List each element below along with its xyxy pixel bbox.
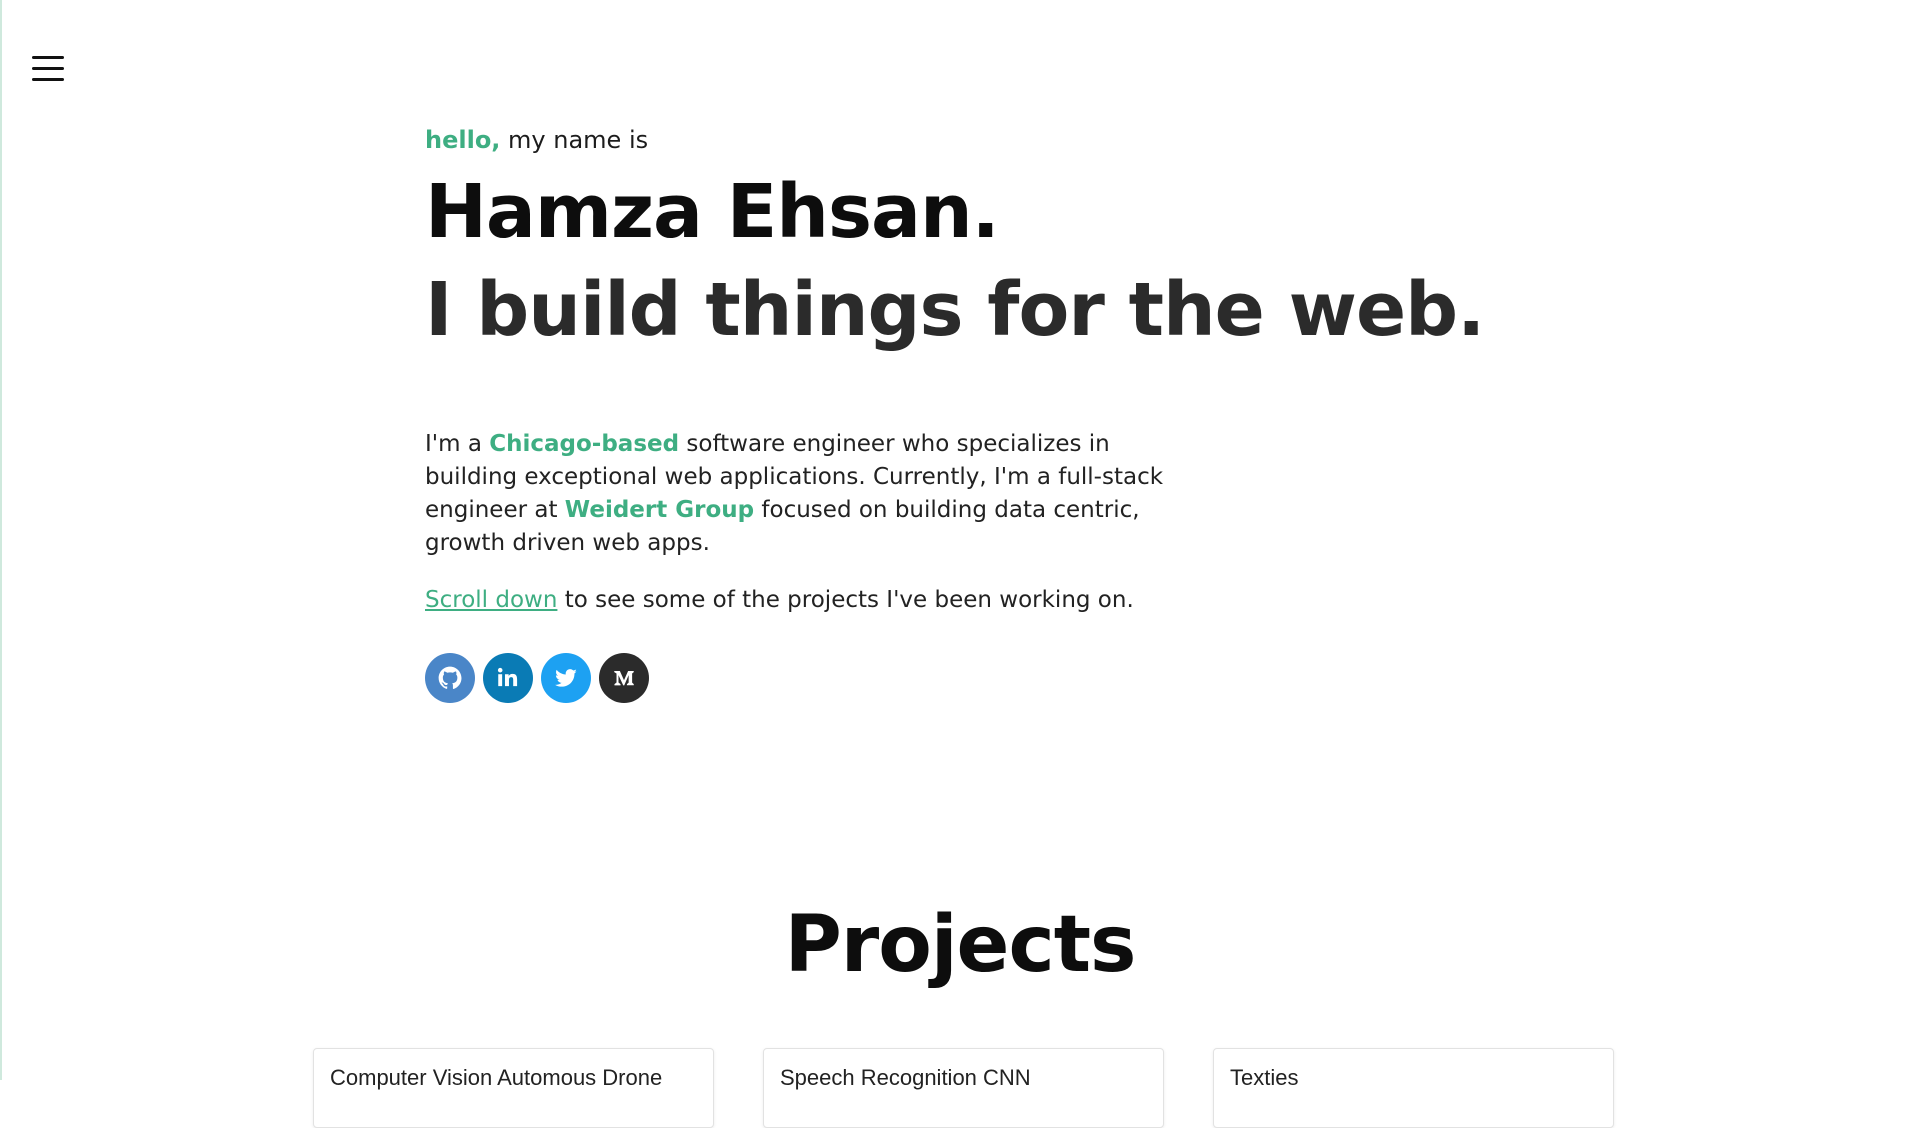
scroll-line: Scroll down to see some of the projects … <box>425 584 1625 617</box>
scroll-line-text: to see some of the projects I've been wo… <box>557 587 1134 613</box>
project-card-title: Texties <box>1230 1065 1299 1090</box>
bio-company: Weidert Group <box>564 497 755 523</box>
medium-link[interactable] <box>599 653 649 703</box>
project-card-title: Speech Recognition CNN <box>780 1065 1031 1090</box>
twitter-link[interactable] <box>541 653 591 703</box>
linkedin-link[interactable] <box>483 653 533 703</box>
greeting-accent: hello, <box>425 126 501 154</box>
projects-heading: Projects <box>784 900 1137 990</box>
hamburger-menu-icon[interactable] <box>30 54 66 84</box>
bio-paragraph: I'm a Chicago-based software engineer wh… <box>425 428 1185 560</box>
project-card-title: Computer Vision Automous Drone <box>330 1065 663 1090</box>
medium-icon <box>614 670 634 686</box>
github-link[interactable] <box>425 653 475 703</box>
bio-location: Chicago-based <box>489 431 680 457</box>
bio-text-1: I'm a <box>425 431 490 457</box>
hero-section: hello, my name is Hamza Ehsan. I build t… <box>425 122 1625 703</box>
github-icon <box>438 666 462 689</box>
project-card[interactable]: Speech Recognition CNN <box>763 1048 1164 1128</box>
hero-tagline: I build things for the web. <box>425 267 1485 353</box>
greeting: hello, my name is <box>425 122 1625 158</box>
social-links <box>425 653 1625 703</box>
twitter-icon <box>554 669 577 687</box>
greeting-text: my name is <box>500 126 649 154</box>
project-card[interactable]: Computer Vision Automous Drone <box>313 1048 714 1128</box>
scroll-down-link[interactable]: Scroll down <box>425 587 557 613</box>
project-card[interactable]: Texties <box>1213 1048 1614 1128</box>
hero-name: Hamza Ehsan. <box>425 169 1000 255</box>
linkedin-icon <box>497 667 518 687</box>
